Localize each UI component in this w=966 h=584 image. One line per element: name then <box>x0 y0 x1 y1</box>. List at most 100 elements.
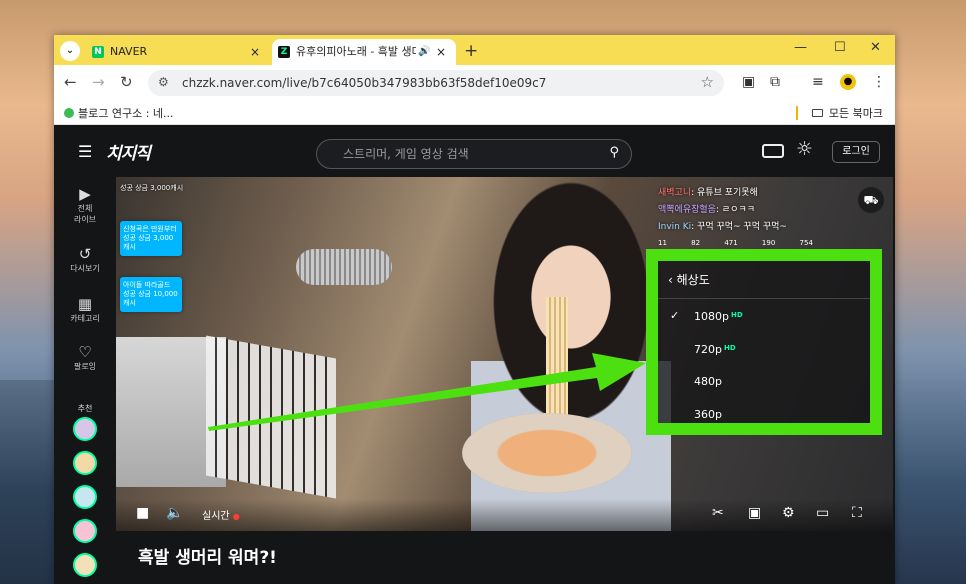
sidebar-item-all-live[interactable]: ▶ 전체 라이브 <box>54 185 116 225</box>
stream-title: 흑발 생머리 워며?! <box>138 548 277 568</box>
tab-chzzk[interactable]: Z 유후의피아노래 - 흑발 생머 🔊 × <box>272 39 456 65</box>
stat-value: 471 <box>724 239 738 247</box>
quality-label: 720p <box>694 343 722 356</box>
bookmark-label: 블로그 연구소 : 네... <box>78 107 174 120</box>
bookmark-favicon-icon <box>64 108 74 118</box>
volume-icon[interactable]: 🔈 <box>166 505 183 521</box>
speaker-icon[interactable]: 🔊 <box>418 39 430 65</box>
chzzk-logo[interactable]: 치지직 <box>106 139 151 164</box>
all-bookmarks[interactable]: 모든 북마크 <box>811 105 883 121</box>
mission-card: 아이돌 따라골드 성공 상금 10,000캐시 <box>120 277 182 312</box>
mission-reward: 성공 상금 3,000캐시 <box>120 184 184 192</box>
sidebar-item-following[interactable]: ♡ 팔로잉 <box>54 343 116 372</box>
profile-icon[interactable]: ● <box>840 74 856 90</box>
live-dot-icon: ● <box>232 512 240 521</box>
quality-menu: ‹ 해상도 ✓ 1080p HD 720p HD 480p 360p <box>658 261 870 423</box>
recommended-channel-avatar[interactable] <box>73 519 97 543</box>
quality-menu-title: 해상도 <box>676 273 710 287</box>
url-text: chzzk.naver.com/live/b7c64050b347983bb63… <box>182 76 547 90</box>
video-icon: ▶ <box>79 185 91 203</box>
cast-icon[interactable]: ⛟ <box>858 187 884 213</box>
search-placeholder: 스트리머, 게임 영상 검색 <box>343 147 469 161</box>
sidebar-item-category[interactable]: ▦ 카테고리 <box>54 295 116 324</box>
settings-gear-icon[interactable]: ⚙ <box>782 505 795 521</box>
desktop-wallpaper-right <box>894 380 966 584</box>
menu-icon[interactable]: ⋮ <box>872 74 886 90</box>
quality-option-1080p[interactable]: ✓ 1080p HD <box>658 299 870 332</box>
reload-button[interactable]: ↻ <box>120 73 133 91</box>
tab-close-icon[interactable]: × <box>436 39 446 65</box>
chzzk-favicon-icon: Z <box>278 46 290 58</box>
quality-label: 1080p <box>694 310 729 323</box>
replay-icon: ↺ <box>78 245 92 263</box>
video-player[interactable]: 성공 상금 3,000캐시 신청곡은 만원부터 성공 상금 3,000캐시 아이… <box>116 177 893 531</box>
bookmark-blog[interactable]: 블로그 연구소 : 네... <box>64 105 174 121</box>
extensions-icon[interactable]: ⧉ <box>770 74 780 90</box>
theater-mode-icon[interactable]: ▭ <box>816 505 829 521</box>
quality-option-720p[interactable]: 720p HD <box>658 332 870 365</box>
address-bar[interactable]: ⚙ chzzk.naver.com/live/b7c64050b347983bb… <box>148 70 724 96</box>
top-nav: ☰ 치지직 스트리머, 게임 영상 검색 ⚲ ☼ 로그인 <box>54 125 895 177</box>
fullscreen-icon[interactable]: ⛶ <box>852 505 862 521</box>
mission-reward: 성공 상금 3,000캐시 <box>123 234 174 251</box>
new-tab-button[interactable]: + <box>464 39 478 63</box>
hd-badge: HD <box>723 344 736 352</box>
naver-favicon-icon: N <box>92 46 104 58</box>
quality-label: 480p <box>694 375 722 388</box>
recommended-channel-avatar[interactable] <box>73 417 97 441</box>
search-input[interactable]: 스트리머, 게임 영상 검색 ⚲ <box>316 139 632 169</box>
forward-button[interactable]: → <box>92 73 105 91</box>
video-scene-plate <box>462 413 632 493</box>
video-scene-microphone <box>296 249 392 285</box>
browser-toolbar: ← → ↻ ⚙ chzzk.naver.com/live/b7c64050b34… <box>54 65 895 101</box>
quality-menu-header[interactable]: ‹ 해상도 <box>658 261 870 299</box>
chat-nick: Invin Ki <box>658 222 692 232</box>
ticket-icon[interactable] <box>762 144 784 158</box>
tab-search-button[interactable]: ⌄ <box>60 41 80 61</box>
quality-option-480p[interactable]: 480p <box>658 365 870 398</box>
chat-message: 새벽고니: 유튜브 포기못해 <box>658 185 758 198</box>
mission-reward: 성공 상금 10,000캐시 <box>123 290 178 307</box>
sidebar-label: 카테고리 <box>70 314 100 323</box>
browser-window: ⌄ N NAVER × Z 유후의피아노래 - 흑발 생머 🔊 × + — ☐ … <box>54 35 895 584</box>
recommended-channel-avatar[interactable] <box>73 485 97 509</box>
stat-value: 190 <box>761 239 776 247</box>
maximize-button[interactable]: ☐ <box>834 40 846 55</box>
quality-option-360p[interactable]: 360p <box>658 398 870 431</box>
picture-in-picture-icon[interactable]: ▣ <box>748 505 761 521</box>
back-button[interactable]: ← <box>64 73 77 91</box>
login-button[interactable]: 로그인 <box>832 141 880 163</box>
bookmarks-bar: 블로그 연구소 : 네... 모든 북마크 <box>54 101 895 125</box>
theme-toggle-icon[interactable]: ☼ <box>796 138 813 160</box>
mission-card: 신청곡은 만원부터 성공 상금 3,000캐시 <box>120 221 182 256</box>
close-window-button[interactable]: ✕ <box>870 40 881 55</box>
minimize-button[interactable]: — <box>794 40 807 55</box>
live-label: 실시간 <box>202 511 230 522</box>
video-scene-piano <box>206 335 336 499</box>
sidebar-item-replay[interactable]: ↺ 다시보기 <box>54 245 116 274</box>
media-control-icon[interactable]: ≡ <box>812 74 824 90</box>
screenshot-icon[interactable]: ▣ <box>742 74 755 90</box>
recommend-label: 추천 <box>77 404 93 413</box>
tab-close-icon[interactable]: × <box>250 39 260 65</box>
clip-scissors-icon[interactable]: ✂ <box>712 505 724 521</box>
chat-message: Invin Ki: 꾸먹 꾸먹~ 꾸먹 꾸먹~ <box>658 219 787 232</box>
hamburger-icon[interactable]: ☰ <box>78 142 92 161</box>
sidebar-label: 팔로잉 <box>73 362 97 371</box>
back-chevron-icon[interactable]: ‹ <box>668 273 673 287</box>
heart-icon: ♡ <box>78 343 92 361</box>
live-indicator[interactable]: 실시간 ● <box>202 507 240 522</box>
stop-icon[interactable]: ■ <box>136 505 149 521</box>
recommended-channel-avatar[interactable] <box>73 451 97 475</box>
stat-value: 11 <box>658 239 667 247</box>
chat-nick: 액뽁에유창혈음 <box>658 205 716 215</box>
search-icon[interactable]: ⚲ <box>609 145 619 160</box>
chzzk-app: ☰ 치지직 스트리머, 게임 영상 검색 ⚲ ☼ 로그인 ▶ 전체 라이브 ↺ 다… <box>54 125 895 584</box>
tab-naver[interactable]: N NAVER × <box>86 39 270 65</box>
bookmark-separator <box>796 106 798 120</box>
recommended-channel-avatar[interactable] <box>73 553 97 577</box>
bookmark-star-icon[interactable]: ☆ <box>701 73 714 91</box>
tab-title: 유후의피아노래 - 흑발 생머 <box>296 45 416 58</box>
chat-text: : 유튜브 포기못해 <box>691 188 758 198</box>
site-info-icon[interactable]: ⚙ <box>158 75 169 89</box>
